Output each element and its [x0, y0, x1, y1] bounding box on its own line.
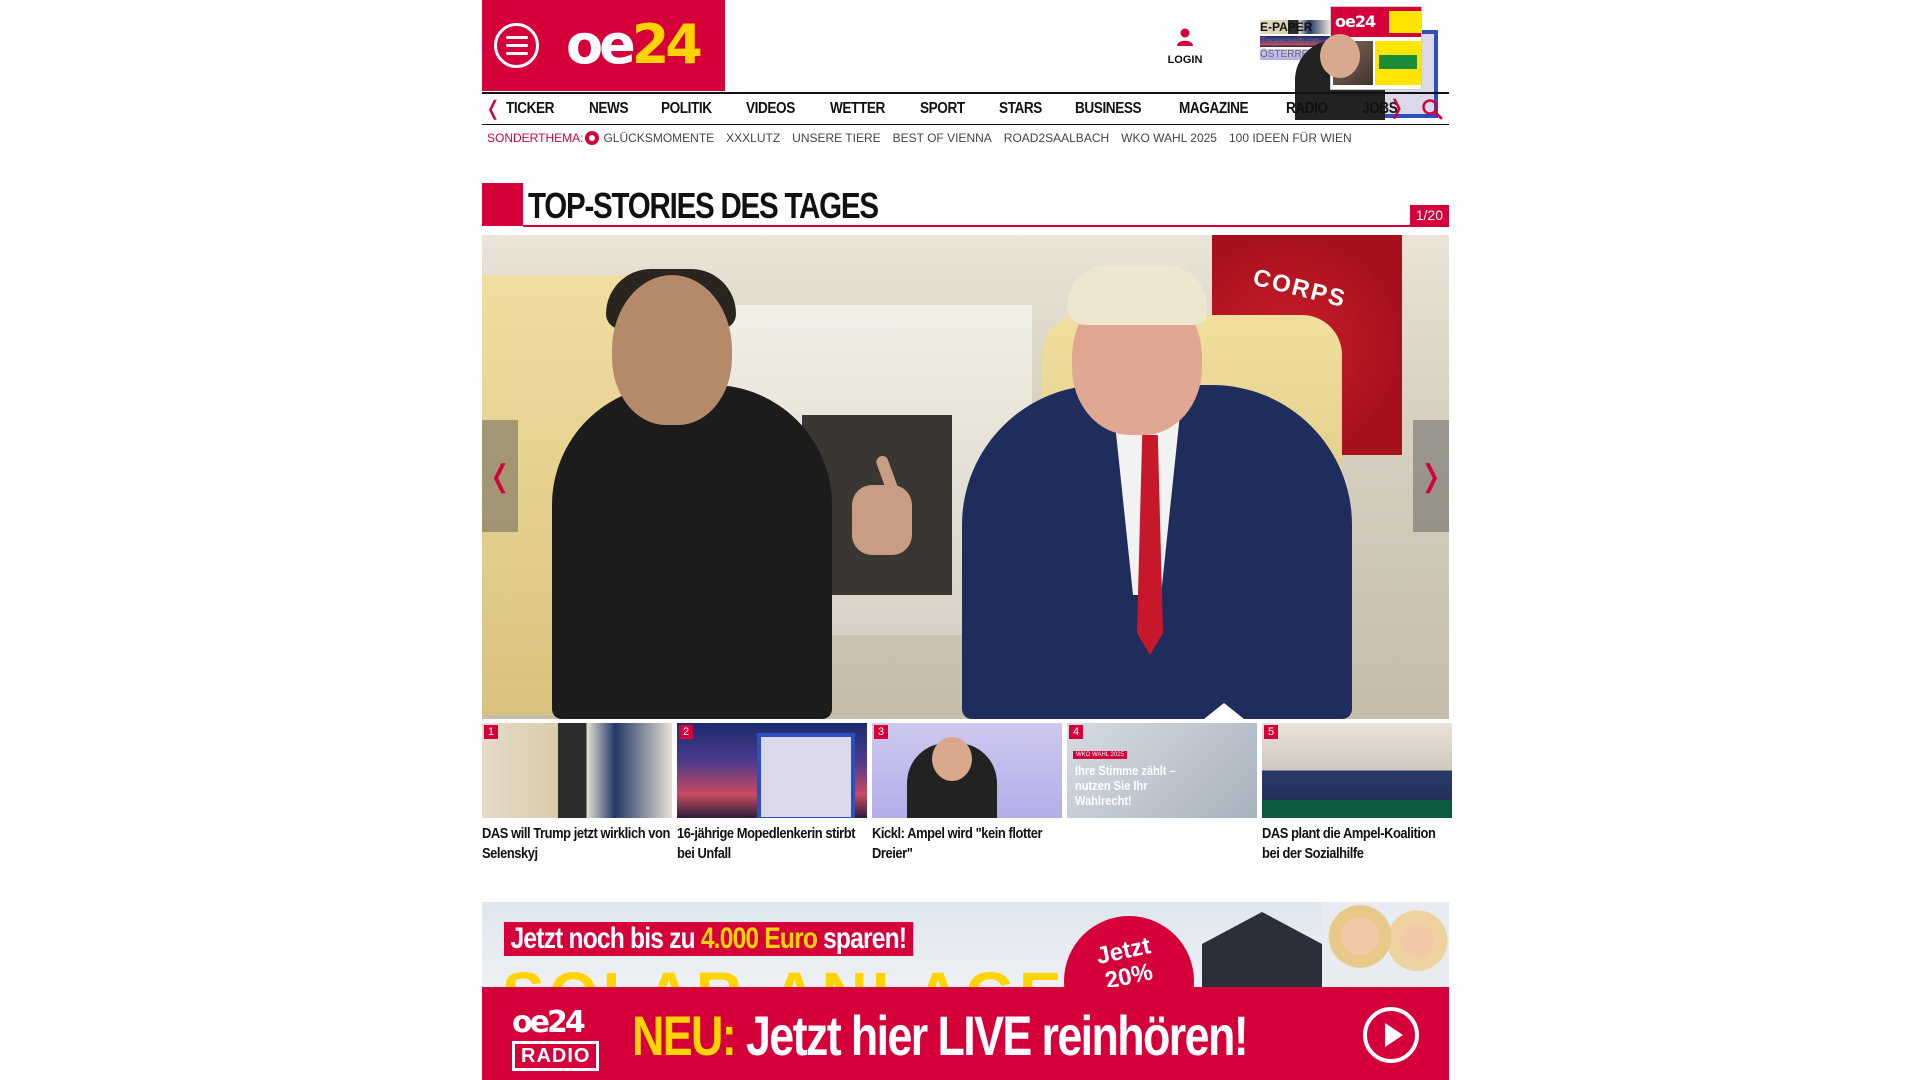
user-icon — [1177, 28, 1193, 46]
epaper-cover-headline-stripe — [1379, 55, 1417, 69]
slide-counter: 1/20 — [1409, 205, 1449, 225]
menu-button[interactable] — [494, 23, 539, 68]
story-thumb-number: 2 — [679, 725, 694, 739]
radio-cta-text: NEU: Jetzt hier LIVE reinhören! — [632, 1003, 1249, 1069]
topic-100-ideen[interactable]: 100 IDEEN FÜR WIEN — [1229, 131, 1352, 145]
ad-big-text: SOLAR-ANLAGE — [502, 960, 1066, 988]
menu-icon-line — [505, 36, 528, 39]
logo-oe: oe — [566, 13, 636, 76]
nav-item-wetter[interactable]: WETTER — [830, 100, 885, 118]
topic-best-of-vienna[interactable]: BEST OF VIENNA — [893, 131, 992, 145]
epaper-link[interactable]: E-PAPER Tageszeitung ÖSTERREICH — [1260, 20, 1330, 60]
ad-headline-post: sparen! — [817, 922, 907, 955]
radio-cta-rest: Jetzt hier LIVE reinhören! — [735, 1004, 1249, 1067]
special-topics-bar: SONDERTHEMA: GLÜCKSMOMENTE XXXLUTZ UNSER… — [482, 125, 1449, 151]
nav-item-politik[interactable]: POLITIK — [661, 100, 712, 118]
nav-item-videos[interactable]: VIDEOS — [746, 100, 795, 118]
section-title: TOP-STORIES DES TAGES — [528, 185, 879, 226]
story-thumb-title[interactable]: DAS will Trump jetzt wirklich von Selens… — [482, 824, 671, 864]
story-thumb-number: 1 — [484, 725, 499, 739]
nav-item-ticker[interactable]: TICKER — [506, 100, 554, 118]
story-thumb-image: 2 — [677, 723, 867, 818]
slider-next-button[interactable]: ❭ — [1413, 420, 1449, 532]
section-heading: TOP-STORIES DES TAGES 1/20 — [482, 183, 1449, 227]
section-heading-underline — [523, 225, 1449, 227]
ad-headline: Jetzt noch bis zu 4.000 Euro sparen! — [504, 922, 913, 956]
solar-ad-banner[interactable]: Jetzt noch bis zu 4.000 Euro sparen! SOL… — [482, 902, 1449, 988]
ad-circle-badge: Jetzt 20% MwSt. — [1064, 916, 1194, 988]
story-thumb[interactable]: 1 DAS will Trump jetzt wirklich von Sele… — [482, 723, 672, 864]
story-thumb[interactable]: 5 DAS plant die Ampel-Koalition bei der … — [1262, 723, 1452, 864]
nav-items: TICKER NEWS POLITIK VIDEOS WETTER SPORT … — [504, 100, 1449, 118]
radio-live-bar[interactable]: oe24 RADIO NEU: Jetzt hier LIVE reinhöre… — [482, 987, 1449, 1080]
chevron-left-icon[interactable]: ❬ — [482, 95, 504, 123]
section-heading-accent — [482, 183, 523, 226]
clover-icon — [585, 131, 600, 145]
story-thumb[interactable]: 2 16-jährige Mopedlenkerin stirbt bei Un… — [677, 723, 867, 864]
story-thumb-image: 5 — [1262, 723, 1452, 818]
epaper-cover-badge — [1389, 11, 1421, 33]
story-thumb-image: 4 WKO WAHL 2025 Ihre Stimme zählt – nutz… — [1067, 723, 1257, 818]
nav-item-business[interactable]: BUSINESS — [1075, 100, 1142, 118]
chevron-right-icon[interactable]: ❭ — [1388, 94, 1405, 122]
topic-road2saalbach[interactable]: ROAD2SAALBACH — [1004, 131, 1109, 145]
slider-prev-button[interactable]: ❬ — [482, 420, 518, 532]
story-thumb-number: 5 — [1264, 725, 1279, 739]
story-thumb[interactable]: 4 WKO WAHL 2025 Ihre Stimme zählt – nutz… — [1067, 723, 1257, 864]
topic-wko-wahl[interactable]: WKO WAHL 2025 — [1121, 131, 1217, 145]
story-thumb-title[interactable]: DAS plant die Ampel-Koalition bei der So… — [1262, 824, 1451, 864]
story-thumb[interactable]: 3 Kickl: Ampel wird "kein flotter Dreier… — [872, 723, 1062, 864]
chevron-right-icon: ❭ — [1418, 459, 1444, 493]
nav-item-news[interactable]: NEWS — [589, 100, 629, 118]
ad-house-image — [1202, 912, 1322, 988]
radio-logo-bottom: RADIO — [512, 1041, 600, 1071]
ad-headline-amount: 4.000 Euro — [700, 922, 818, 955]
logo-num: 24 — [631, 13, 703, 76]
topic-gluecksmomente[interactable]: GLÜCKSMOMENTE — [603, 131, 714, 145]
radio-logo-top: oe24 — [512, 1005, 586, 1040]
radio-logo: oe24 RADIO — [512, 1007, 604, 1071]
ad-headline-pre: Jetzt noch bis zu — [510, 922, 701, 955]
hero-hand — [852, 485, 912, 555]
story-thumb-badge: WKO WAHL 2025 — [1073, 751, 1127, 759]
nav-item-sport[interactable]: SPORT — [920, 100, 965, 118]
hero-slide-image[interactable]: CORPS ❬ ❭ — [482, 235, 1449, 719]
story-thumbnails: 1 DAS will Trump jetzt wirklich von Sele… — [482, 723, 1452, 864]
topic-xxxlutz[interactable]: XXXLUTZ — [726, 131, 780, 145]
logo-box: oe24 — [482, 0, 725, 91]
topic-unsere-tiere[interactable]: UNSERE TIERE — [792, 131, 880, 145]
special-topics-label: SONDERTHEMA: — [487, 131, 584, 145]
search-button[interactable] — [1421, 98, 1445, 122]
menu-icon-line — [505, 44, 528, 47]
login-label: LOGIN — [1167, 54, 1203, 66]
ad-people-image — [1322, 902, 1449, 988]
active-slide-indicator — [1204, 703, 1244, 719]
story-thumb-number: 3 — [874, 725, 889, 739]
hero-person-left — [552, 385, 832, 719]
hero-person-left-head — [612, 275, 732, 425]
epaper-title: E-PAPER — [1260, 20, 1330, 34]
epaper-sub2: ÖSTERREICH — [1260, 49, 1330, 60]
menu-icon-line — [505, 52, 528, 55]
nav-item-magazine[interactable]: MAGAZINE — [1179, 100, 1249, 118]
radio-cta-neu: NEU: — [632, 1004, 737, 1067]
nav-item-radio[interactable]: RADIO — [1286, 100, 1328, 118]
site-logo[interactable]: oe24 — [566, 12, 703, 78]
story-thumb-image: 1 — [482, 723, 672, 818]
site-header: oe24 LOGIN E-PAPER Tageszeitung ÖSTERREI… — [482, 0, 1449, 92]
login-button[interactable]: LOGIN — [1162, 28, 1208, 68]
page: oe24 LOGIN E-PAPER Tageszeitung ÖSTERREI… — [482, 0, 1452, 988]
main-nav: ❬ TICKER NEWS POLITIK VIDEOS WETTER SPOR… — [482, 92, 1449, 125]
story-thumb-overlay-text: Ihre Stimme zählt – nutzen Sie Ihr Wahlr… — [1075, 763, 1176, 808]
ad-circle-text: Jetzt 20% MwSt. — [1093, 932, 1171, 988]
chevron-left-icon: ❬ — [487, 459, 513, 493]
story-thumb-number: 4 — [1069, 725, 1084, 739]
nav-item-stars[interactable]: STARS — [999, 100, 1042, 118]
play-icon[interactable] — [1363, 1007, 1419, 1063]
story-thumb-title[interactable]: 16-jährige Mopedlenkerin stirbt bei Unfa… — [677, 824, 866, 864]
story-thumb-title[interactable]: Kickl: Ampel wird "kein flotter Dreier" — [872, 824, 1061, 864]
hero-person-right-hair — [1067, 265, 1207, 325]
story-thumb-image: 3 — [872, 723, 1062, 818]
search-icon — [1422, 99, 1443, 120]
